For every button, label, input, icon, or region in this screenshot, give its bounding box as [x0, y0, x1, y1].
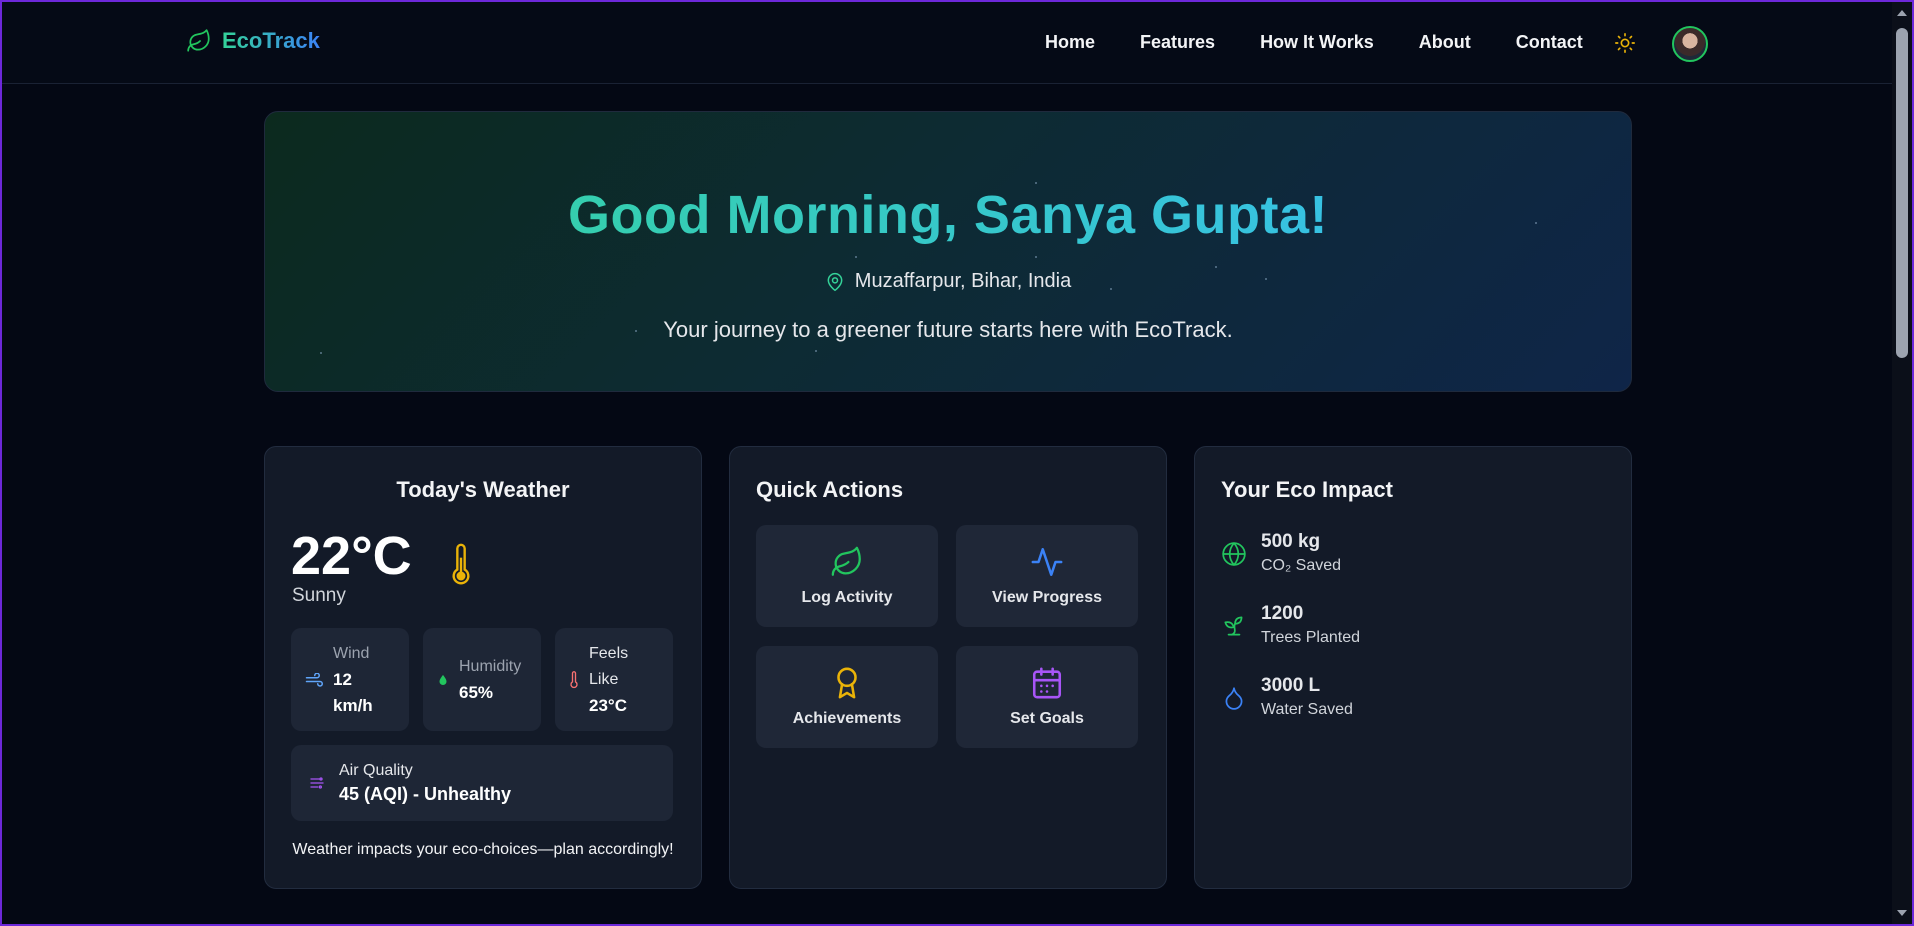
- brand-logo[interactable]: EcoTrack: [186, 28, 320, 54]
- scroll-down-arrow-icon[interactable]: [1897, 910, 1907, 916]
- trees-label: Trees Planted: [1261, 629, 1361, 646]
- view-progress-label: View Progress: [992, 589, 1102, 606]
- weather-condition: Sunny: [292, 585, 346, 606]
- set-goals-button[interactable]: Set Goals: [956, 646, 1138, 748]
- air-quality-stat: Air Quality 45 (AQI) - Unhealthy: [291, 745, 673, 821]
- water-value: 3000 L: [1261, 675, 1321, 696]
- hero-tagline: Your journey to a greener future starts …: [663, 317, 1233, 342]
- feels-like-label: Feels Like: [589, 644, 629, 688]
- eco-impact-card: Your Eco Impact 500 kg CO₂ Saved 1200 Tr…: [1194, 446, 1632, 889]
- nav-link-contact[interactable]: Contact: [1516, 32, 1583, 53]
- droplet-icon: [1225, 687, 1243, 710]
- weather-card: Today's Weather 22°C Sunny Wind 12 km/h …: [264, 446, 702, 889]
- nav-link-features[interactable]: Features: [1140, 32, 1215, 53]
- log-activity-label: Log Activity: [801, 589, 893, 606]
- air-quality-label: Air Quality: [339, 761, 413, 779]
- quick-actions-title: Quick Actions: [756, 477, 904, 502]
- co2-label: CO₂ Saved: [1261, 557, 1342, 574]
- wind-value: 12 km/h: [333, 669, 373, 715]
- location-line: Muzaffarpur, Bihar, India: [265, 270, 1631, 293]
- humidity-label: Humidity: [459, 657, 522, 675]
- hero-banner: Good Morning, Sanya Gupta! Muzaffarpur, …: [264, 111, 1632, 392]
- sun-icon: [1615, 33, 1635, 53]
- nav-link-how-it-works[interactable]: How It Works: [1260, 32, 1374, 53]
- globe-icon: [1222, 542, 1246, 566]
- impact-co2: 500 kg CO₂ Saved: [1221, 531, 1341, 575]
- thermometer-icon: [570, 670, 578, 688]
- scroll-up-arrow-icon[interactable]: [1897, 10, 1907, 16]
- feels-like-value: 23°C: [589, 695, 627, 715]
- co2-value: 500 kg: [1261, 531, 1321, 552]
- calendar-icon: [1032, 667, 1062, 699]
- greeting-heading: Good Morning, Sanya Gupta!: [265, 184, 1631, 246]
- water-label: Water Saved: [1261, 701, 1353, 718]
- star-decoration: [855, 256, 857, 258]
- log-activity-button[interactable]: Log Activity: [756, 525, 938, 627]
- impact-trees: 1200 Trees Planted: [1221, 603, 1360, 647]
- nav-link-about[interactable]: About: [1419, 32, 1471, 53]
- leaf-icon: [187, 29, 210, 52]
- droplet-icon: [439, 674, 447, 685]
- wind-label: Wind: [333, 644, 370, 662]
- humidity-stat: Humidity 65%: [423, 628, 541, 731]
- award-icon: [837, 667, 857, 699]
- sprout-icon: [1224, 616, 1243, 636]
- brand-name: EcoTrack: [222, 28, 320, 53]
- impact-water: 3000 L Water Saved: [1221, 675, 1353, 719]
- weather-title: Today's Weather: [396, 477, 570, 502]
- location-text: Muzaffarpur, Bihar, India: [854, 270, 1072, 292]
- view-progress-button[interactable]: View Progress: [956, 525, 1138, 627]
- scrollbar[interactable]: [1892, 2, 1912, 924]
- leaf-icon: [831, 546, 861, 576]
- air-quality-icon: [310, 777, 324, 789]
- weather-note: Weather impacts your eco-choices—plan ac…: [292, 841, 674, 858]
- nav-link-home[interactable]: Home: [1045, 32, 1095, 53]
- wind-stat: Wind 12 km/h: [291, 628, 409, 731]
- star-decoration: [320, 352, 322, 354]
- star-decoration: [815, 350, 817, 352]
- map-pin-icon: [827, 272, 843, 291]
- air-quality-value: 45 (AQI) - Unhealthy: [339, 783, 512, 804]
- achievements-button[interactable]: Achievements: [756, 646, 938, 748]
- eco-impact-title: Your Eco Impact: [1221, 477, 1393, 502]
- star-decoration: [1215, 266, 1217, 268]
- feels-like-stat: Feels Like 23°C: [555, 628, 673, 731]
- scrollbar-thumb[interactable]: [1896, 28, 1908, 358]
- user-avatar[interactable]: [1672, 26, 1708, 62]
- achievements-label: Achievements: [792, 710, 902, 727]
- quick-actions-card: Quick Actions Log Activity View Progress…: [729, 446, 1167, 889]
- temperature-value: 22°C: [291, 526, 412, 586]
- navbar: EcoTrack Home Features How It Works Abou…: [2, 2, 1892, 84]
- humidity-value: 65%: [459, 682, 494, 702]
- wind-icon: [305, 672, 323, 687]
- set-goals-label: Set Goals: [1010, 710, 1084, 727]
- theme-toggle-button[interactable]: [1614, 32, 1636, 59]
- star-decoration: [1035, 256, 1037, 258]
- thermometer-icon: [449, 543, 473, 592]
- activity-icon: [1031, 547, 1063, 577]
- nav-links: Home Features How It Works About Contact: [1045, 32, 1583, 53]
- trees-value: 1200: [1261, 603, 1304, 624]
